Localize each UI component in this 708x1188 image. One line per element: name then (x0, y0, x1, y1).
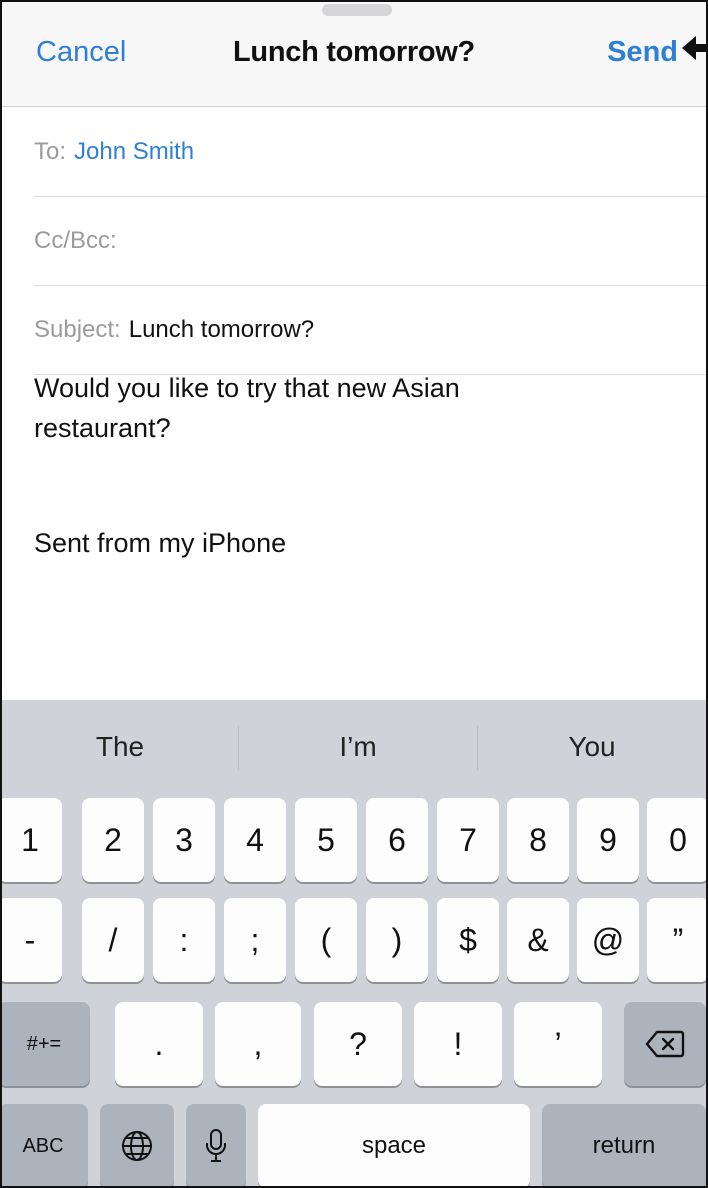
key-colon[interactable]: : (153, 898, 215, 982)
key-dollar[interactable]: $ (437, 898, 499, 982)
globe-icon (122, 1131, 152, 1161)
subject-field[interactable]: Subject: Lunch tomorrow? (34, 286, 706, 375)
mail-compose-screen: Lunch tomorrow? Cancel Send To: John Smi… (0, 0, 708, 1188)
key-semicolon[interactable]: ; (224, 898, 286, 982)
body-line-1: Would you like to try that new Asian (34, 373, 460, 403)
key-ampersand[interactable]: & (507, 898, 569, 982)
key-5[interactable]: 5 (295, 798, 357, 882)
key-slash[interactable]: / (82, 898, 144, 982)
navigation-bar: Lunch tomorrow? Cancel Send (2, 2, 706, 107)
key-period[interactable]: . (115, 1002, 203, 1086)
suggestion-3[interactable]: You (478, 700, 706, 794)
microphone-icon (206, 1129, 226, 1162)
more-symbols-key[interactable]: #+= (2, 1002, 90, 1086)
cancel-button[interactable]: Cancel (36, 36, 126, 69)
key-9[interactable]: 9 (577, 798, 639, 882)
key-6[interactable]: 6 (366, 798, 428, 882)
key-1[interactable]: 1 (2, 798, 62, 882)
subject-value[interactable]: Lunch tomorrow? (129, 316, 314, 344)
key-0[interactable]: 0 (647, 798, 706, 882)
signature: Sent from my iPhone (34, 528, 287, 558)
space-key[interactable]: space (258, 1104, 530, 1186)
send-button[interactable]: Send (607, 36, 678, 69)
suggestion-2[interactable]: I’m (239, 700, 477, 794)
key-close-paren[interactable]: ) (366, 898, 428, 982)
to-field[interactable]: To: John Smith (34, 108, 706, 197)
key-3[interactable]: 3 (153, 798, 215, 882)
backspace-icon (645, 1030, 685, 1058)
key-exclamation[interactable]: ! (414, 1002, 502, 1086)
message-body[interactable]: Would you like to try that new Asian res… (34, 368, 654, 448)
keyboard: The I’m You 1 2 3 4 5 6 7 8 9 0 - / : ; … (2, 700, 706, 1186)
key-open-paren[interactable]: ( (295, 898, 357, 982)
backspace-key[interactable] (624, 1002, 706, 1086)
key-2[interactable]: 2 (82, 798, 144, 882)
cc-bcc-field[interactable]: Cc/Bcc: (34, 197, 706, 286)
key-7[interactable]: 7 (437, 798, 499, 882)
suggestion-1[interactable]: The (2, 700, 238, 794)
key-at[interactable]: @ (577, 898, 639, 982)
globe-key[interactable] (100, 1104, 174, 1186)
key-question[interactable]: ? (314, 1002, 402, 1086)
key-8[interactable]: 8 (507, 798, 569, 882)
abc-key[interactable]: ABC (2, 1104, 88, 1186)
body-line-2: restaurant? (34, 413, 171, 443)
key-hyphen[interactable]: - (2, 898, 62, 982)
key-apostrophe[interactable]: ’ (514, 1002, 602, 1086)
sheet-grabber[interactable] (322, 4, 392, 16)
cc-bcc-label: Cc/Bcc: (34, 227, 117, 254)
key-quote[interactable]: ” (647, 898, 706, 982)
to-label: To: (34, 138, 67, 165)
subject-label: Subject: (34, 316, 121, 343)
pointer-arrow-icon (682, 36, 706, 60)
recipient-token[interactable]: John Smith (74, 138, 194, 166)
dictation-key[interactable] (186, 1104, 246, 1186)
key-comma[interactable]: , (215, 1002, 301, 1086)
key-4[interactable]: 4 (224, 798, 286, 882)
return-key[interactable]: return (542, 1104, 706, 1186)
